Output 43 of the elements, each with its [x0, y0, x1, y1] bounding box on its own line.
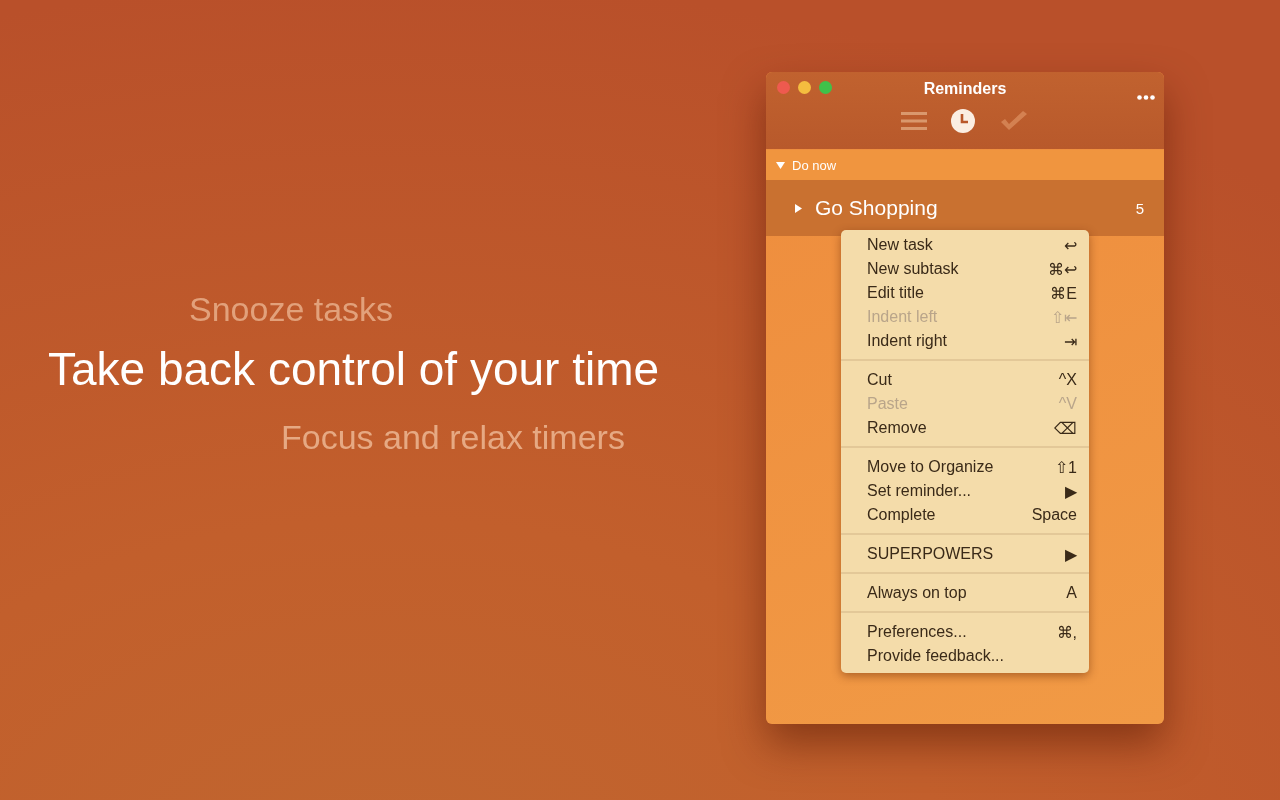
list-icon[interactable]: [901, 112, 927, 130]
shortcut-label: ↩: [1063, 235, 1078, 255]
menu-item[interactable]: Edit title ⌘E: [841, 281, 1089, 305]
shortcut-label: ⇧1: [1054, 457, 1078, 477]
shortcut-label: ⇧⇤: [1050, 307, 1078, 327]
shortcut-label: ^V: [1057, 395, 1078, 413]
shortcut-label: ▶: [1064, 544, 1078, 564]
minimize-button[interactable]: [798, 81, 811, 94]
headline: Take back control of your time: [48, 342, 661, 397]
clock-icon[interactable]: [951, 109, 975, 133]
subtitle: Snooze tasks: [189, 290, 395, 330]
task-count: 5: [1135, 199, 1144, 217]
shortcut-label: ^X: [1057, 371, 1078, 389]
disclosure-triangle-icon[interactable]: [776, 160, 785, 170]
menu-item[interactable]: New task ↩: [841, 233, 1089, 257]
window-title: Reminders: [923, 80, 1007, 98]
disclosure-triangle-icon[interactable]: [794, 203, 803, 213]
shortcut-label: ⌘↩: [1047, 259, 1078, 279]
zoom-button[interactable]: [819, 81, 832, 94]
more-icon[interactable]: [1137, 95, 1155, 100]
menu-item[interactable]: SUPERPOWERS ▶: [841, 542, 1089, 566]
menu-item[interactable]: Always on top A: [841, 581, 1089, 605]
shortcut-label: ⇥: [1063, 331, 1078, 351]
shortcut-label: ⌫: [1053, 418, 1078, 438]
menu-item[interactable]: Set reminder... ▶: [841, 479, 1089, 503]
shortcut-label: ⌘E: [1049, 283, 1078, 303]
tagline: Focus and relax timers: [281, 418, 626, 457]
checkmark-icon[interactable]: [999, 110, 1029, 132]
menu-item[interactable]: Move to Organize ⇧1: [841, 455, 1089, 479]
task-row[interactable]: Go Shopping 5: [766, 180, 1164, 236]
menu-item[interactable]: New subtask ⌘↩: [841, 257, 1089, 281]
shortcut-label: Space: [1031, 506, 1078, 524]
menu-item[interactable]: Indent right ⇥: [841, 329, 1089, 353]
shortcut-label: ▶: [1064, 481, 1078, 501]
shortcut-label: A: [1065, 584, 1078, 602]
menu-item[interactable]: Complete Space: [841, 503, 1089, 527]
task-title: Go Shopping: [815, 196, 939, 220]
menu-item[interactable]: Remove ⌫: [841, 416, 1089, 440]
menu-item[interactable]: Preferences... ⌘,: [841, 620, 1089, 644]
menu-item[interactable]: Provide feedback...: [841, 644, 1089, 668]
menu-item[interactable]: Cut ^X: [841, 368, 1089, 392]
close-button[interactable]: [777, 81, 790, 94]
shortcut-label: ⌘,: [1055, 622, 1078, 642]
